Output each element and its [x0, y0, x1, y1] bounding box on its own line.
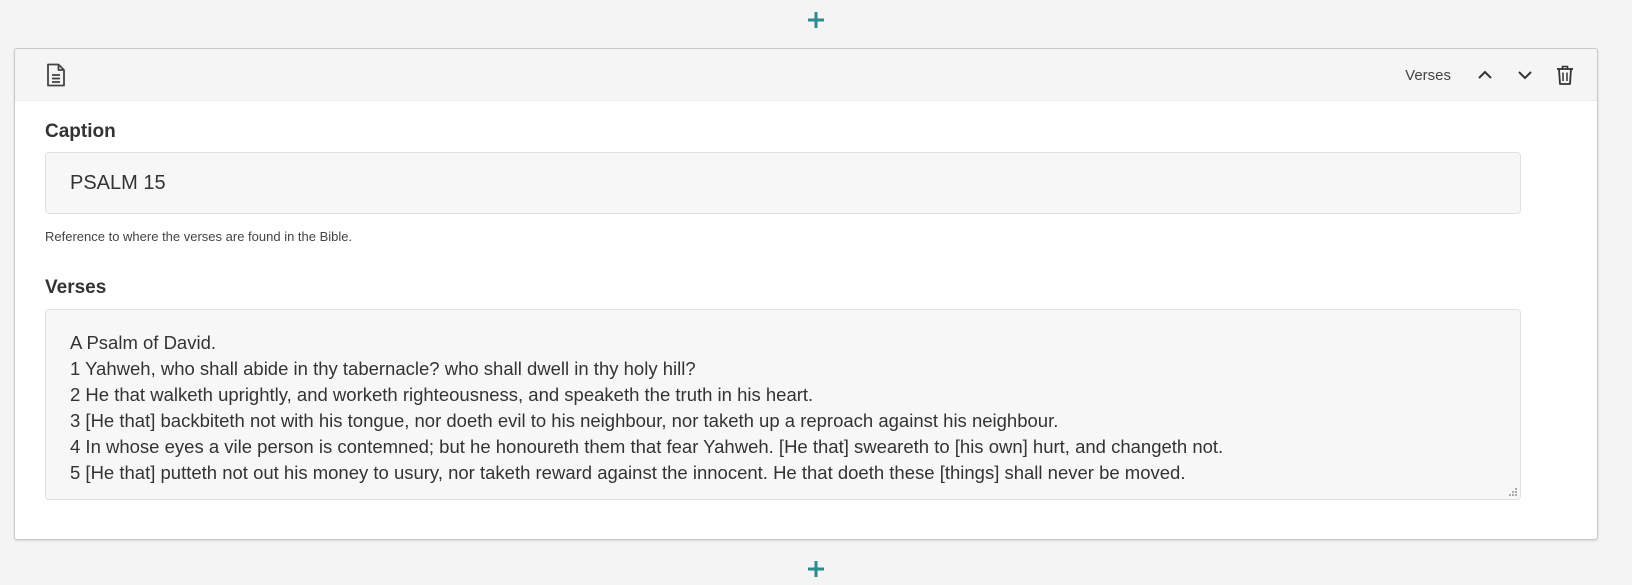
- move-down-button[interactable]: [1505, 55, 1545, 95]
- add-block-above-button[interactable]: [805, 9, 827, 31]
- block-header: Verses: [15, 49, 1597, 101]
- plus-icon: [808, 12, 824, 28]
- add-block-below-button[interactable]: [805, 558, 827, 580]
- move-up-button[interactable]: [1465, 55, 1505, 95]
- delete-button[interactable]: [1545, 55, 1585, 95]
- add-block-below-row: [0, 554, 1632, 584]
- resize-handle-icon[interactable]: [1507, 486, 1517, 496]
- verses-label: Verses: [45, 277, 107, 298]
- chevron-down-icon: [1518, 71, 1532, 80]
- verse-line: 1 Yahweh, who shall abide in thy taberna…: [70, 358, 696, 379]
- caption-help-text: Reference to where the verses are found …: [45, 229, 353, 244]
- caption-label: Caption: [45, 121, 116, 142]
- trash-icon: [1557, 65, 1573, 85]
- verse-line: A Psalm of David.: [70, 332, 217, 353]
- verse-line: 2 He that walketh uprightly, and worketh…: [70, 384, 814, 405]
- chevron-up-icon: [1478, 70, 1492, 79]
- verse-line: 3 [He that] backbiteth not with his tong…: [70, 410, 1059, 431]
- document-icon: [47, 63, 65, 87]
- verse-line: 5 [He that] putteth not out his money to…: [70, 462, 1186, 483]
- verses-textarea[interactable]: A Psalm of David. 1 Yahweh, who shall ab…: [45, 309, 1521, 500]
- block-type-label: Verses: [1405, 66, 1451, 84]
- caption-value: PSALM 15: [70, 171, 166, 194]
- block-actions: Verses: [1405, 49, 1585, 101]
- caption-input[interactable]: PSALM 15: [45, 152, 1521, 214]
- verses-block: Verses Caption PSALM 15 Reference to whe…: [14, 48, 1598, 540]
- verse-line: 4 In whose eyes a vile person is contemn…: [70, 436, 1224, 457]
- plus-icon: [808, 561, 824, 577]
- add-block-above-row: [0, 5, 1632, 35]
